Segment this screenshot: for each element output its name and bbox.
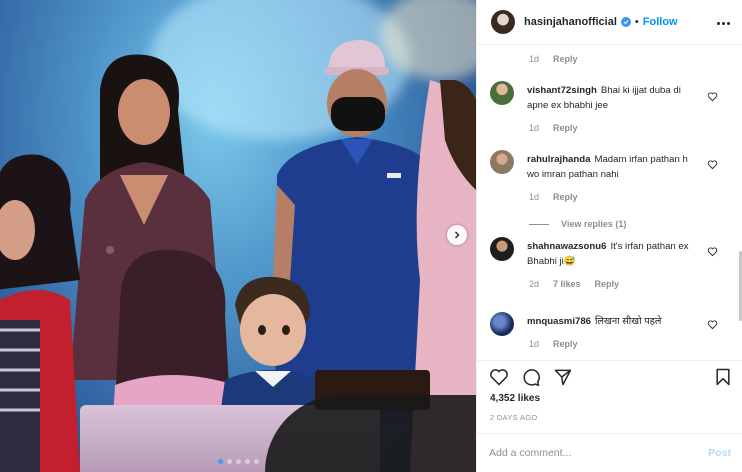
comment-icon[interactable] (521, 367, 541, 387)
commenter-avatar[interactable] (490, 150, 514, 174)
comment-username[interactable]: rahulrajhanda (527, 154, 590, 165)
post-header: hasinjahanofficial • Follow (477, 0, 742, 45)
comment-meta: 1d Reply (529, 54, 578, 64)
heart-icon[interactable] (707, 159, 718, 170)
view-replies-button[interactable]: View replies (1) (529, 219, 626, 229)
heart-icon[interactable] (707, 91, 718, 102)
comment-meta: 1d Reply (529, 123, 578, 133)
share-icon[interactable] (553, 367, 573, 387)
comment-time: 1d (529, 123, 540, 133)
more-options-icon[interactable] (717, 16, 731, 30)
comment-time: 1d (529, 192, 540, 202)
comment-text: लिखना सीखो पहले (595, 316, 662, 327)
header-separator: • (634, 16, 639, 28)
reply-button[interactable]: Reply (553, 54, 578, 64)
post-comment-button[interactable]: Post (708, 447, 731, 459)
commenter-avatar[interactable] (490, 312, 514, 336)
reply-button[interactable]: Reply (595, 279, 620, 289)
comment-likes[interactable]: 7 likes (553, 279, 581, 289)
reply-button[interactable]: Reply (553, 339, 578, 349)
comment-item: rahulrajhanda Madam irfan pathan h wo imr… (490, 150, 716, 182)
comment-time: 2d (529, 279, 540, 289)
commenter-avatar[interactable] (490, 81, 514, 105)
reply-button[interactable]: Reply (553, 123, 578, 133)
carousel-dot (226, 459, 232, 464)
likes-count[interactable]: 4,352 likes (490, 393, 540, 404)
commenter-avatar[interactable] (490, 237, 514, 261)
post-photo[interactable] (0, 0, 476, 472)
carousel-dot (217, 459, 223, 464)
next-slide-button[interactable] (447, 225, 467, 245)
comment-time: 1d (529, 54, 540, 64)
bookmark-icon[interactable] (713, 367, 733, 387)
comment-item: vishant72singh Bhai ki ijjat duba di apne… (490, 81, 716, 113)
author-username[interactable]: hasinjahanofficial (524, 16, 617, 28)
post-timestamp: 2 DAYS AGO (490, 413, 538, 422)
comment-item: shahnawazsonu6 It's irfan pathan ex Bhabh… (490, 237, 716, 269)
comment-username[interactable]: shahnawazsonu6 (527, 241, 606, 252)
comment-meta: 1d Reply (529, 339, 578, 349)
comment-input[interactable] (489, 447, 709, 459)
verified-badge-icon (620, 17, 631, 27)
comment-username[interactable]: mnquasmi786 (527, 316, 591, 327)
comment-meta: 1d Reply (529, 192, 578, 202)
follow-button[interactable]: Follow (643, 16, 678, 28)
heart-icon[interactable] (489, 367, 509, 387)
carousel-dot (253, 459, 259, 464)
author-avatar[interactable] (491, 10, 515, 34)
post-actions: 4,352 likes 2 DAYS AGO (477, 360, 742, 432)
post-details-panel: hasinjahanofficial • Follow 1d Reply vis… (476, 0, 742, 472)
comment-item: mnquasmi786 लिखना सीखो पहले (490, 312, 716, 336)
heart-icon[interactable] (707, 319, 718, 330)
view-replies-label: View replies (1) (561, 219, 627, 229)
comment-username[interactable]: vishant72singh (527, 85, 597, 96)
comments-list[interactable]: 1d Reply vishant72singh Bhai ki ijjat dub… (477, 46, 742, 360)
boy-figure (220, 276, 323, 415)
reply-button[interactable]: Reply (553, 192, 578, 202)
carousel-dots (0, 459, 476, 464)
add-comment-bar: Post (477, 433, 742, 472)
chevron-right-icon (455, 231, 460, 239)
heart-icon[interactable] (707, 246, 718, 257)
carousel-dot (244, 459, 250, 464)
comment-meta: 2d 7 likes Reply (529, 279, 619, 289)
view-replies-line (529, 223, 549, 225)
comment-time: 1d (529, 339, 540, 349)
carousel-dot (235, 459, 241, 464)
